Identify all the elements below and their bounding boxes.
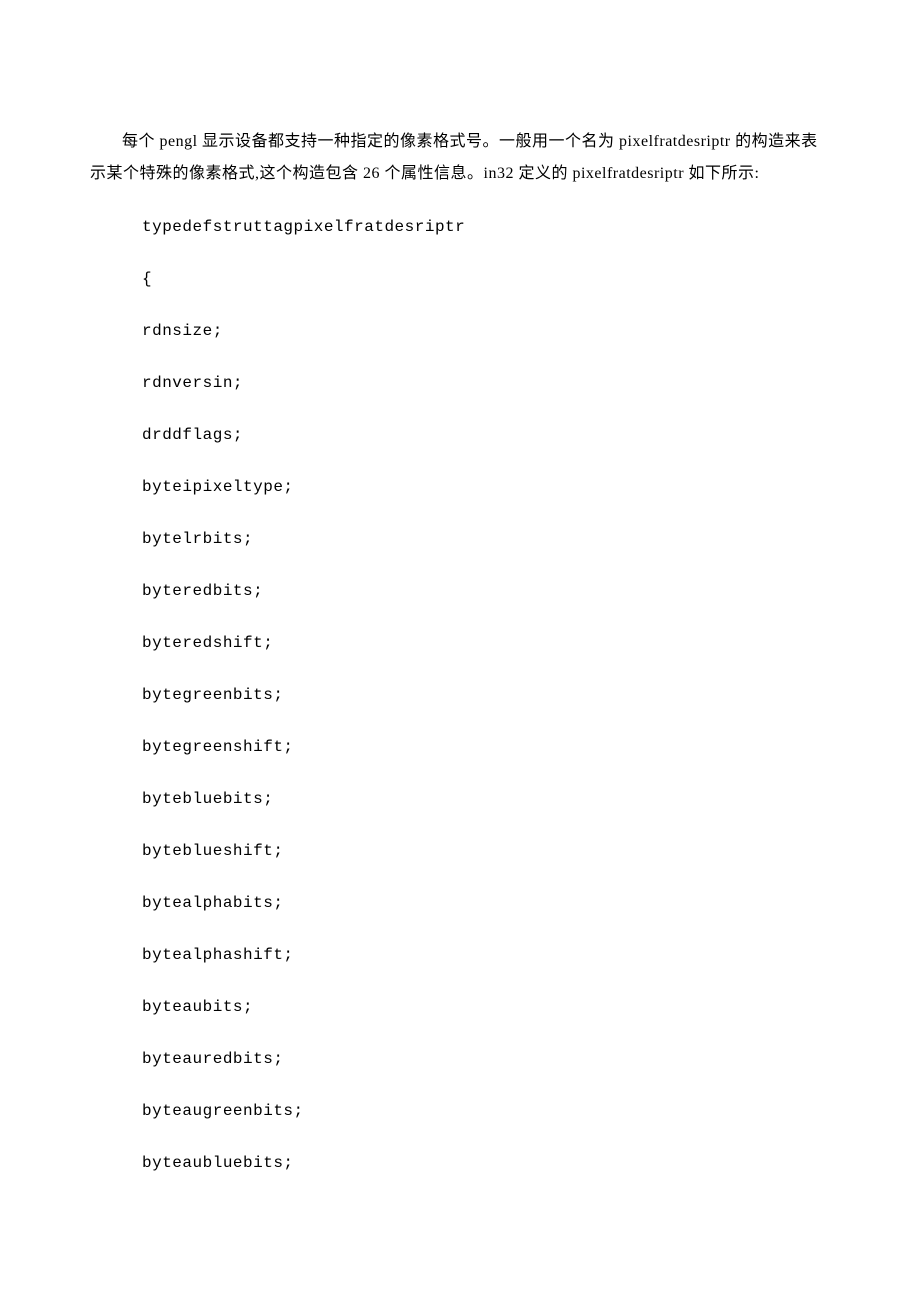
code-line: drddflags;	[142, 426, 830, 444]
code-line: byteaubluebits;	[142, 1154, 830, 1172]
code-line: byteipixeltype;	[142, 478, 830, 496]
code-line: bytealphashift;	[142, 946, 830, 964]
code-line: rdnsize;	[142, 322, 830, 340]
code-line: {	[142, 270, 830, 288]
document-page: 每个 pengl 显示设备都支持一种指定的像素格式号。一般用一个名为 pixel…	[0, 0, 920, 1266]
code-line: byteaugreenbits;	[142, 1102, 830, 1120]
code-line: bytegreenbits;	[142, 686, 830, 704]
code-line: byteauredbits;	[142, 1050, 830, 1068]
code-line: byteredbits;	[142, 582, 830, 600]
code-line: bytebluebits;	[142, 790, 830, 808]
code-line: byteredshift;	[142, 634, 830, 652]
code-line: typedefstruttagpixelfratdesriptr	[142, 218, 830, 236]
code-line: bytegreenshift;	[142, 738, 830, 756]
code-line: rdnversin;	[142, 374, 830, 392]
code-line: bytealphabits;	[142, 894, 830, 912]
code-line: byteblueshift;	[142, 842, 830, 860]
intro-paragraph: 每个 pengl 显示设备都支持一种指定的像素格式号。一般用一个名为 pixel…	[90, 126, 830, 190]
code-line: bytelrbits;	[142, 530, 830, 548]
code-line: byteaubits;	[142, 998, 830, 1016]
